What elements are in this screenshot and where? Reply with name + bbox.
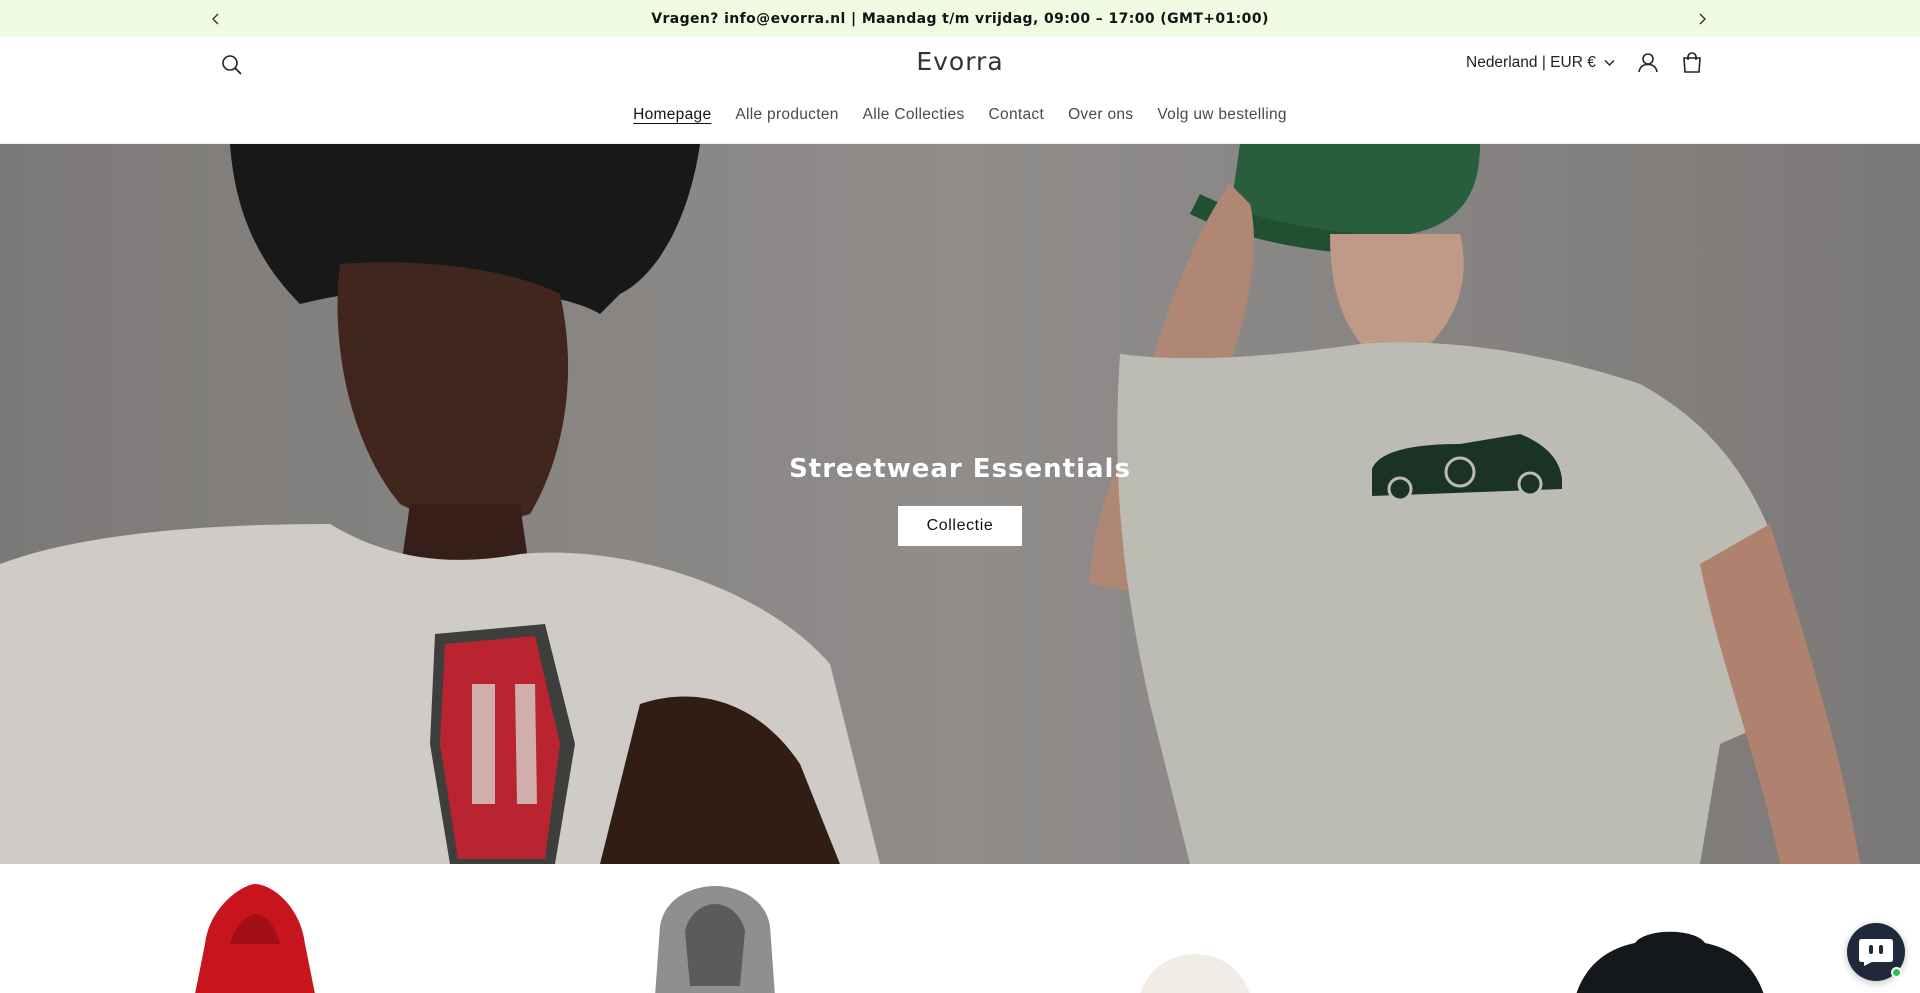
nav-item-contact[interactable]: Contact (989, 106, 1045, 124)
site-logo[interactable]: Evorra (0, 47, 1920, 76)
cart-icon (1683, 52, 1701, 73)
chat-bot-icon (1859, 939, 1893, 966)
account-button[interactable] (1635, 50, 1661, 76)
nav-item-alle-producten[interactable]: Alle producten (735, 106, 838, 124)
site-header: Evorra Nederland | EUR € Homepage Alle p… (0, 37, 1920, 144)
hero-title: Streetwear Essentials (789, 454, 1131, 484)
nav-item-alle-collecties[interactable]: Alle Collecties (863, 106, 965, 124)
chevron-down-icon (1604, 60, 1615, 66)
hero-banner: Streetwear Essentials Collectie (0, 144, 1920, 864)
chat-status-indicator (1891, 967, 1902, 978)
product-card-grey-hoodie[interactable] (640, 886, 790, 993)
hero-content: Streetwear Essentials Collectie (0, 454, 1920, 546)
nav-item-over-ons[interactable]: Over ons (1068, 106, 1133, 124)
main-navigation: Homepage Alle producten Alle Collecties … (0, 106, 1920, 124)
chat-widget-button[interactable] (1847, 923, 1905, 981)
locale-label: Nederland | EUR € (1466, 54, 1596, 71)
account-icon (1638, 53, 1658, 73)
product-card-black-hoodie[interactable] (1565, 928, 1775, 993)
locale-selector[interactable]: Nederland | EUR € (1466, 54, 1615, 72)
nav-item-homepage[interactable]: Homepage (633, 106, 711, 124)
announcement-text: Vragen? info@evorra.nl | Maandag t/m vri… (651, 10, 1269, 27)
announcement-bar: Vragen? info@evorra.nl | Maandag t/m vri… (0, 0, 1920, 37)
chevron-left-icon (212, 13, 219, 24)
product-card-red-hoodie[interactable] (170, 884, 340, 993)
chevron-right-icon (1699, 13, 1706, 24)
announcement-next-button[interactable] (1686, 0, 1718, 37)
collection-button[interactable]: Collectie (897, 506, 1023, 546)
product-grid (0, 864, 1920, 993)
announcement-prev-button[interactable] (200, 0, 232, 37)
product-card-white-hoodie[interactable] (1120, 954, 1270, 993)
cart-button[interactable] (1679, 50, 1705, 76)
nav-item-volg-uw-bestelling[interactable]: Volg uw bestelling (1157, 106, 1286, 124)
